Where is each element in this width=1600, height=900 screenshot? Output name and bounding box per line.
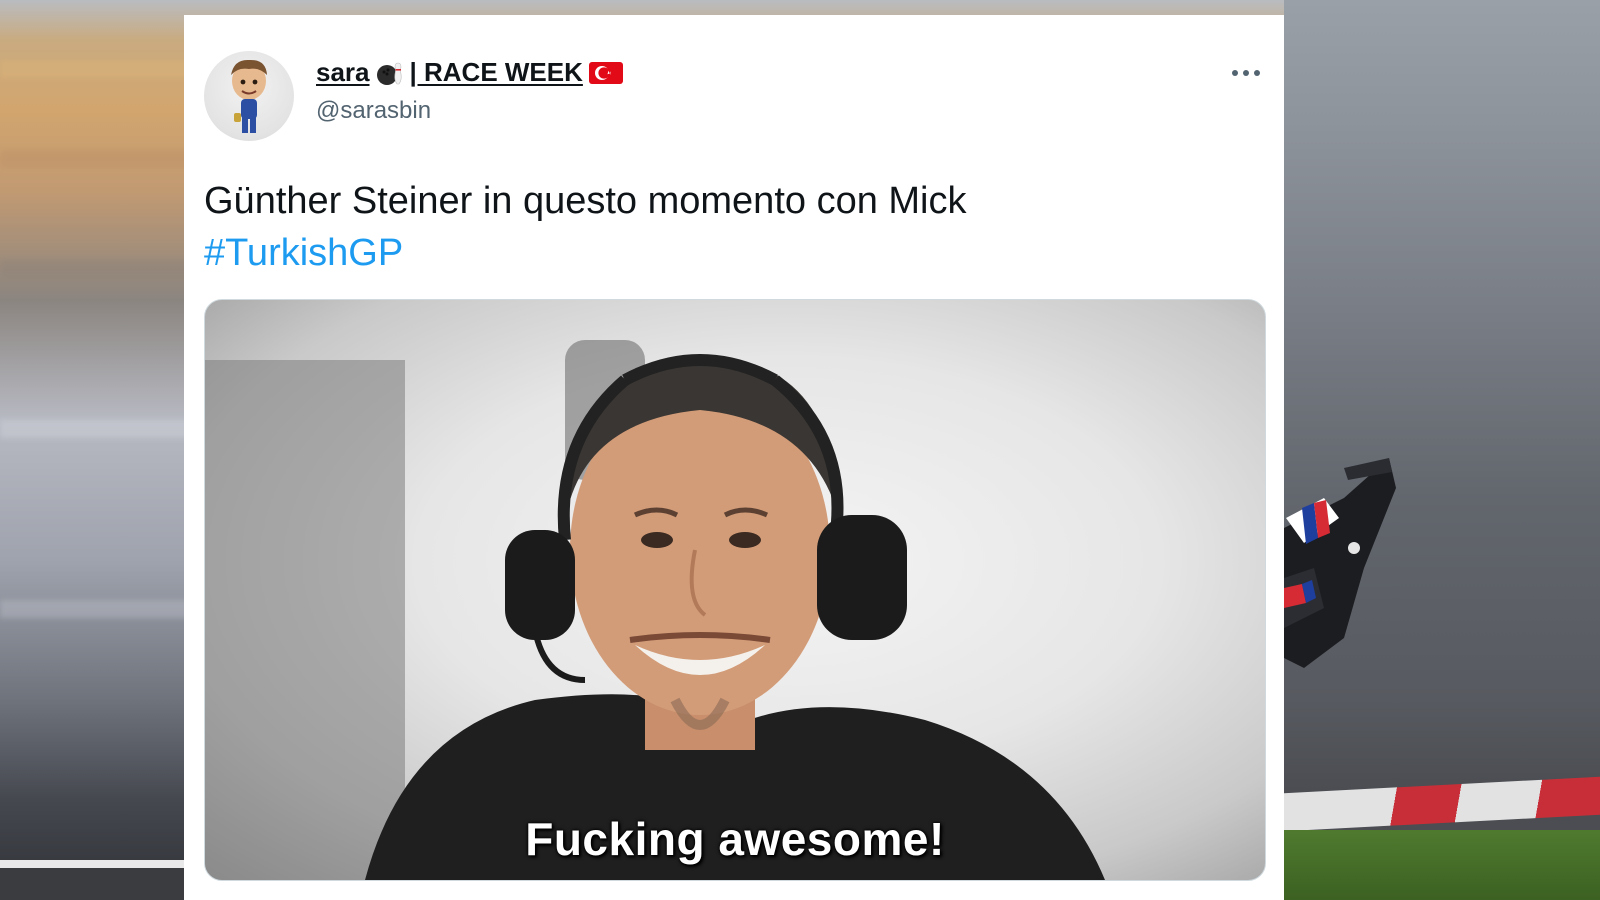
more-dots-icon[interactable]	[1230, 63, 1262, 83]
avatar[interactable]	[204, 51, 294, 141]
tweet-media[interactable]: Fucking awesome!	[204, 299, 1266, 881]
bowling-emoji-icon	[376, 62, 402, 85]
tweet-text: Günther Steiner in questo momento con Mi…	[204, 175, 1264, 279]
track-surface	[1284, 0, 1600, 900]
tweet-card: sara | RACE WEEK @sarasbin Günther Stein…	[184, 15, 1284, 900]
background-photo: sara | RACE WEEK @sarasbin Günther Stein…	[0, 0, 1600, 900]
author-name[interactable]: sara | RACE WEEK	[316, 57, 623, 88]
turkey-flag-icon	[588, 61, 623, 84]
hashtag-link[interactable]: #TurkishGP	[204, 227, 1264, 279]
track-curb-left	[0, 860, 184, 900]
media-caption: Fucking awesome!	[525, 813, 945, 865]
race-car-image	[1284, 458, 1396, 668]
tweet-body: Günther Steiner in questo momento con Mi…	[204, 180, 967, 222]
track-grass	[1284, 830, 1600, 900]
display-name-suffix[interactable]: | RACE WEEK	[410, 57, 583, 88]
display-name[interactable]: sara	[316, 57, 370, 88]
media-photo	[205, 340, 1105, 880]
author-handle[interactable]: @sarasbin	[316, 97, 431, 125]
